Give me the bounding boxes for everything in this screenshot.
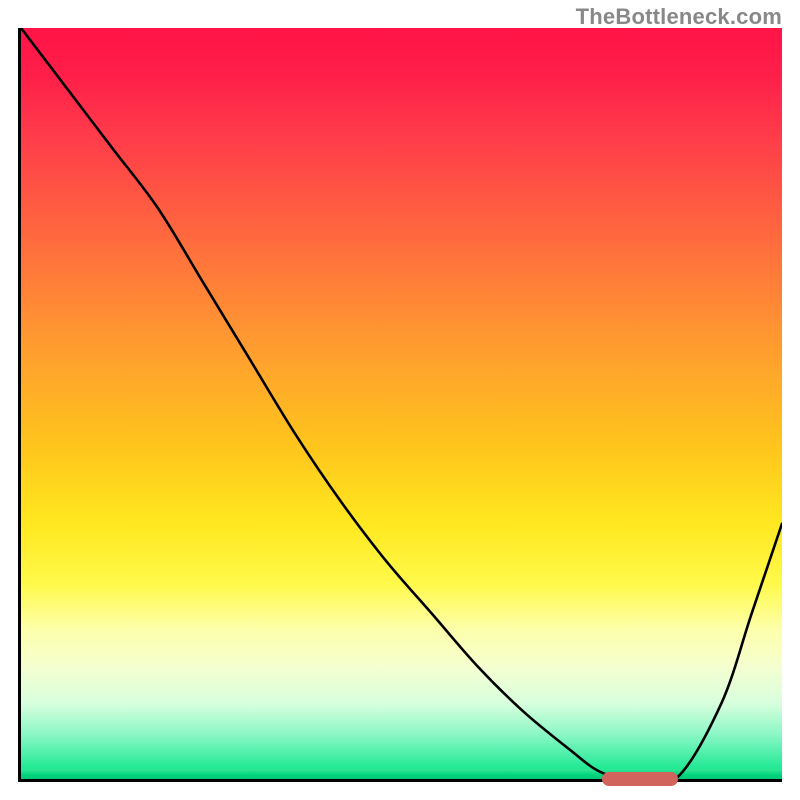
chart-container: TheBottleneck.com bbox=[0, 0, 800, 800]
plot-area bbox=[18, 28, 782, 782]
watermark-text: TheBottleneck.com bbox=[576, 4, 782, 30]
bottleneck-curve bbox=[21, 28, 782, 779]
optimal-marker bbox=[602, 772, 678, 786]
